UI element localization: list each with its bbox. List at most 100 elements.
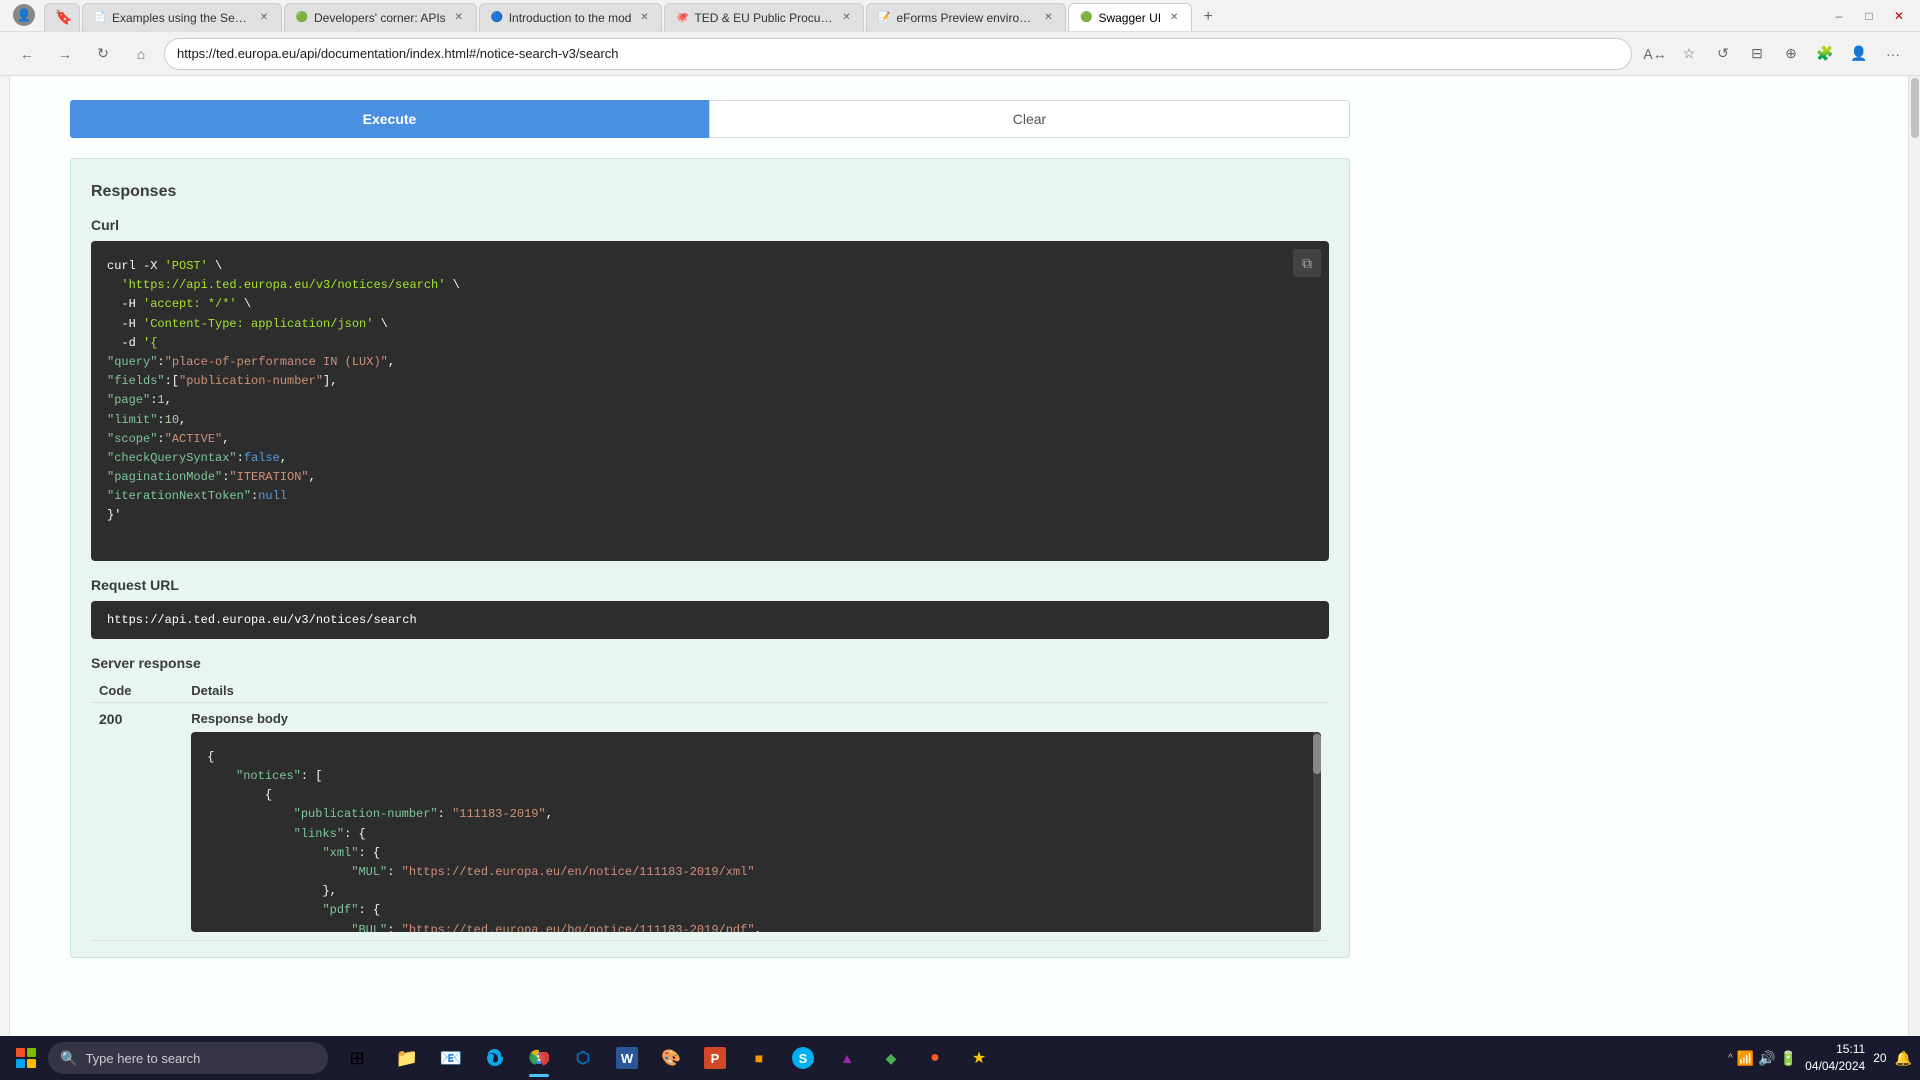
tab-3[interactable]: 🔵 Introduction to the mod ✕ [479, 3, 663, 31]
network-icon[interactable]: 📶 [1737, 1050, 1754, 1067]
tab-5-favicon: 📝 [877, 11, 891, 25]
split-view-icon[interactable]: ⊟ [1742, 39, 1772, 69]
tab-5-label: eForms Preview environ... [896, 11, 1035, 25]
language-indicator[interactable]: 20 [1873, 1051, 1886, 1065]
tab-2-favicon: 🟢 [295, 11, 309, 25]
minimize-button[interactable]: – [1826, 3, 1852, 29]
browser-frame: 👤 🔖 📄 Examples using the Sear... ✕ 🟢 Dev… [0, 0, 1920, 1080]
new-tab-button[interactable]: + [1194, 3, 1222, 31]
tab-5[interactable]: 📝 eForms Preview environ... ✕ [866, 3, 1066, 31]
nav-extras: A↔ ☆ ↺ ⊟ ⊕ 🧩 👤 ··· [1640, 39, 1908, 69]
address-bar[interactable]: https://ted.europa.eu/api/documentation/… [164, 38, 1632, 70]
page-content: Execute Clear Responses Curl curl -X 'PO… [0, 76, 1920, 1036]
start-sq-3 [16, 1059, 25, 1068]
curl-code-block: curl -X 'POST' \ 'https://api.ted.europa… [91, 241, 1329, 561]
system-clock[interactable]: 15:11 04/04/2024 [1805, 1041, 1865, 1075]
tab-2-label: Developers' corner: APIs [314, 11, 446, 25]
outlook-app[interactable]: 📧 [430, 1037, 472, 1079]
bookmark-icon[interactable]: ☆ [1674, 39, 1704, 69]
main-scrollbar[interactable] [1908, 76, 1920, 1036]
tab-4-favicon: 🐙 [675, 11, 689, 25]
taskbar: 🔍 Type here to search ⊞ 📁 📧 [0, 1036, 1920, 1080]
tab-2[interactable]: 🟢 Developers' corner: APIs ✕ [284, 3, 477, 31]
app9[interactable]: ■ [738, 1037, 780, 1079]
maximize-button[interactable]: □ [1856, 3, 1882, 29]
reload-button[interactable]: ↻ [88, 39, 118, 69]
curl-copy-button[interactable]: ⧉ [1293, 249, 1321, 277]
app14-icon: ★ [968, 1047, 990, 1069]
scrollbar-thumb[interactable] [1911, 78, 1919, 138]
app12-icon: ◆ [880, 1047, 902, 1069]
taskbar-search[interactable]: 🔍 Type here to search [48, 1042, 328, 1074]
extensions-icon[interactable]: 🧩 [1810, 39, 1840, 69]
start-sq-4 [27, 1059, 36, 1068]
app14[interactable]: ★ [958, 1037, 1000, 1079]
tab-1-close[interactable]: ✕ [257, 11, 271, 25]
close-button[interactable]: ✕ [1886, 3, 1912, 29]
task-view-button[interactable]: ⊞ [336, 1037, 378, 1079]
app9-icon: ■ [748, 1047, 770, 1069]
refresh-icon[interactable]: ↺ [1708, 39, 1738, 69]
vscode-app[interactable]: ⬡ [562, 1037, 604, 1079]
tab-2-close[interactable]: ✕ [452, 11, 466, 25]
search-icon: 🔍 [60, 1050, 77, 1067]
battery-icon[interactable]: 🔋 [1780, 1050, 1797, 1067]
tab-1[interactable]: 📄 Examples using the Sear... ✕ [82, 3, 282, 31]
tab-5-close[interactable]: ✕ [1041, 11, 1055, 25]
tab-1-label: Examples using the Sear... [112, 11, 251, 25]
notification-bell[interactable]: 🔔 [1895, 1050, 1912, 1067]
back-button[interactable]: ← [12, 39, 42, 69]
start-sq-2 [27, 1048, 36, 1057]
nav-bar: ← → ↻ ⌂ https://ted.europa.eu/api/docume… [0, 32, 1920, 76]
response-body-block: { "notices": [ { "publication-number": "… [191, 732, 1321, 932]
volume-icon[interactable]: 🔊 [1758, 1050, 1775, 1067]
start-sq-1 [16, 1048, 25, 1057]
tab-1-favicon: 📄 [93, 11, 107, 25]
skype-icon: S [792, 1047, 814, 1069]
tab-3-label: Introduction to the mod [509, 11, 632, 25]
app13-icon: ● [924, 1047, 946, 1069]
file-explorer-app[interactable]: 📁 [386, 1037, 428, 1079]
file-explorer-icon: 📁 [396, 1047, 418, 1069]
edge-app[interactable] [474, 1037, 516, 1079]
app8-app[interactable]: 🎨 [650, 1037, 692, 1079]
app11[interactable]: ▲ [826, 1037, 868, 1079]
start-button[interactable] [8, 1040, 44, 1076]
tab-bookmarks[interactable]: 🔖 [44, 3, 80, 31]
profile-icon[interactable]: 👤 [1844, 39, 1874, 69]
app11-icon: ▲ [836, 1047, 858, 1069]
execute-button[interactable]: Execute [70, 100, 709, 138]
translate-icon[interactable]: A↔ [1640, 39, 1670, 69]
vscode-icon: ⬡ [572, 1047, 594, 1069]
powerpoint-app[interactable]: P [694, 1037, 736, 1079]
clear-button[interactable]: Clear [709, 100, 1350, 138]
address-text: https://ted.europa.eu/api/documentation/… [177, 46, 1619, 61]
profile-icon[interactable]: 👤 [8, 0, 40, 31]
forward-button[interactable]: → [50, 39, 80, 69]
bookmarks-icon: 🔖 [55, 9, 72, 26]
system-tray[interactable]: ^ 📶 🔊 🔋 [1728, 1050, 1797, 1067]
skype-app[interactable]: S [782, 1037, 824, 1079]
request-url-text: https://api.ted.europa.eu/v3/notices/sea… [107, 613, 417, 627]
app8-icon: 🎨 [660, 1047, 682, 1069]
collections-icon[interactable]: ⊕ [1776, 39, 1806, 69]
menu-icon[interactable]: ··· [1878, 39, 1908, 69]
chrome-app[interactable] [518, 1037, 560, 1079]
home-button[interactable]: ⌂ [126, 39, 156, 69]
response-row-200: 200 Response body { "notices": [ { "publ… [91, 702, 1329, 940]
tab-4-close[interactable]: ✕ [839, 11, 853, 25]
responses-heading: Responses [91, 175, 1329, 201]
tab-6[interactable]: 🟢 Swagger UI ✕ [1068, 3, 1192, 31]
tab-6-close[interactable]: ✕ [1167, 11, 1181, 25]
tab-6-label: Swagger UI [1098, 11, 1161, 25]
window-controls: – □ ✕ [1826, 3, 1912, 29]
tray-expand-icon[interactable]: ^ [1728, 1053, 1733, 1064]
app13[interactable]: ● [914, 1037, 956, 1079]
word-app[interactable]: W [606, 1037, 648, 1079]
chrome-icon [528, 1047, 550, 1069]
tab-4[interactable]: 🐙 TED & EU Public Procure... ✕ [664, 3, 864, 31]
tab-3-close[interactable]: ✕ [637, 11, 651, 25]
clock-date: 04/04/2024 [1805, 1058, 1865, 1075]
word-icon: W [616, 1047, 638, 1069]
app12[interactable]: ◆ [870, 1037, 912, 1079]
